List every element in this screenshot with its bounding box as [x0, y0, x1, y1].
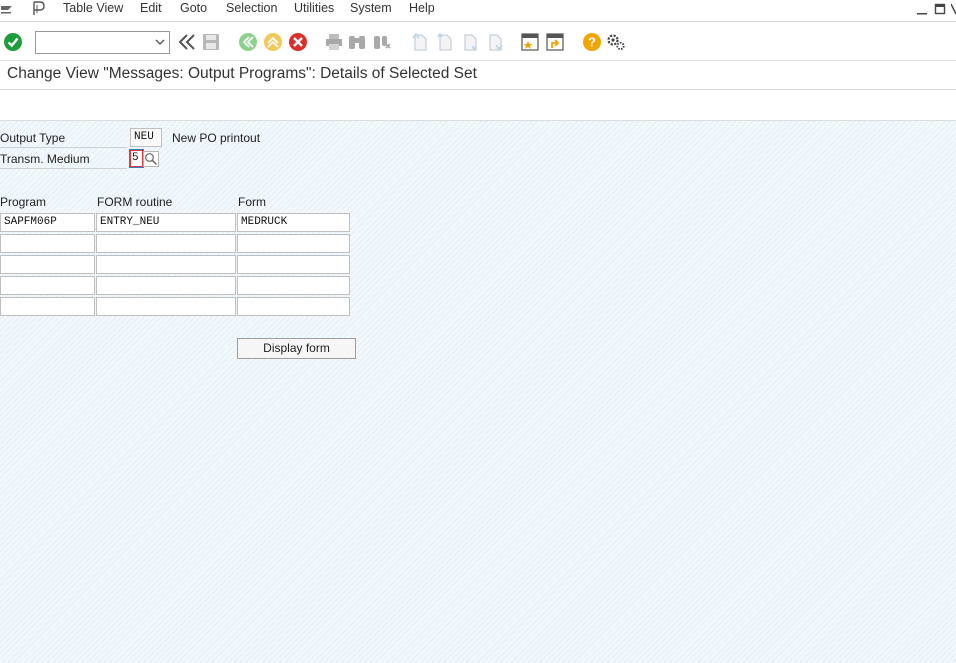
- form-routine-field[interactable]: ENTRY_NEU: [96, 213, 236, 232]
- transm-medium-label: Transm. Medium: [0, 152, 90, 166]
- system-menu-icon[interactable]: [0, 3, 14, 17]
- form-routine-field[interactable]: [96, 234, 236, 253]
- display-form-button[interactable]: Display form: [237, 338, 356, 359]
- exit-icon[interactable]: [263, 32, 283, 52]
- form-field[interactable]: MEDRUCK: [237, 213, 350, 232]
- cancel-icon[interactable]: [288, 32, 308, 52]
- command-field[interactable]: [35, 31, 170, 54]
- value-help-button[interactable]: [143, 151, 159, 167]
- menu-help[interactable]: Help: [409, 1, 435, 15]
- output-type-label: Output Type: [0, 131, 66, 145]
- program-field[interactable]: [0, 255, 95, 274]
- program-field[interactable]: SAPFM06P: [0, 213, 95, 232]
- standard-toolbar: ?: [0, 23, 956, 61]
- output-type-description: New PO printout: [172, 131, 261, 145]
- next-page-icon: [464, 34, 477, 51]
- enter-icon[interactable]: [3, 32, 23, 52]
- print-icon: [326, 34, 342, 50]
- menu-bar: Table View Edit Goto Selection Utilities…: [0, 0, 956, 22]
- program-field[interactable]: [0, 276, 95, 295]
- back-icon[interactable]: [238, 32, 258, 52]
- first-page-icon: [412, 32, 427, 51]
- page-title: Change View "Messages: Output Programs":…: [7, 65, 477, 82]
- back-double-icon[interactable]: [177, 32, 197, 52]
- form-field[interactable]: [237, 297, 350, 316]
- save-icon: [203, 34, 219, 50]
- form-routine-field[interactable]: [96, 255, 236, 274]
- minimize-icon[interactable]: [916, 4, 928, 16]
- form-routine-field[interactable]: [96, 297, 236, 316]
- form-field[interactable]: [237, 276, 350, 295]
- svg-text:?: ?: [588, 35, 596, 50]
- search-icon: [145, 153, 158, 166]
- shortcut-icon[interactable]: [545, 32, 565, 52]
- output-type-field[interactable]: NEU: [130, 128, 162, 147]
- form-routine-field[interactable]: [96, 276, 236, 295]
- find-icon: [349, 36, 365, 49]
- customize-layout-icon[interactable]: [606, 32, 626, 52]
- customize-icon[interactable]: [31, 1, 47, 17]
- main-content: Output Type NEU New PO printout Transm. …: [0, 121, 956, 663]
- transm-medium-field[interactable]: 5: [129, 149, 144, 168]
- help-icon[interactable]: ?: [582, 32, 602, 52]
- menu-table-view[interactable]: Table View: [63, 1, 123, 15]
- program-field[interactable]: [0, 234, 95, 253]
- column-header-form-routine: FORM routine: [97, 195, 173, 209]
- menu-system[interactable]: System: [350, 1, 392, 15]
- menu-utilities[interactable]: Utilities: [294, 1, 334, 15]
- column-header-program: Program: [0, 195, 47, 209]
- form-field[interactable]: [237, 234, 350, 253]
- form-field[interactable]: [237, 255, 350, 274]
- menu-goto[interactable]: Goto: [180, 1, 207, 15]
- find-next-icon: [374, 36, 391, 49]
- create-session-icon[interactable]: [520, 32, 540, 52]
- maximize-icon[interactable]: [934, 3, 946, 15]
- title-bar: Change View "Messages: Output Programs":…: [0, 61, 956, 90]
- previous-page-icon: [437, 32, 452, 51]
- menu-selection[interactable]: Selection: [226, 1, 277, 15]
- program-field[interactable]: [0, 297, 95, 316]
- chevron-down-icon[interactable]: [154, 35, 166, 49]
- last-page-icon: [489, 34, 503, 51]
- column-header-form: Form: [238, 195, 266, 209]
- menu-edit[interactable]: Edit: [140, 1, 162, 15]
- application-toolbar: [0, 90, 956, 121]
- close-window-icon[interactable]: [951, 3, 956, 15]
